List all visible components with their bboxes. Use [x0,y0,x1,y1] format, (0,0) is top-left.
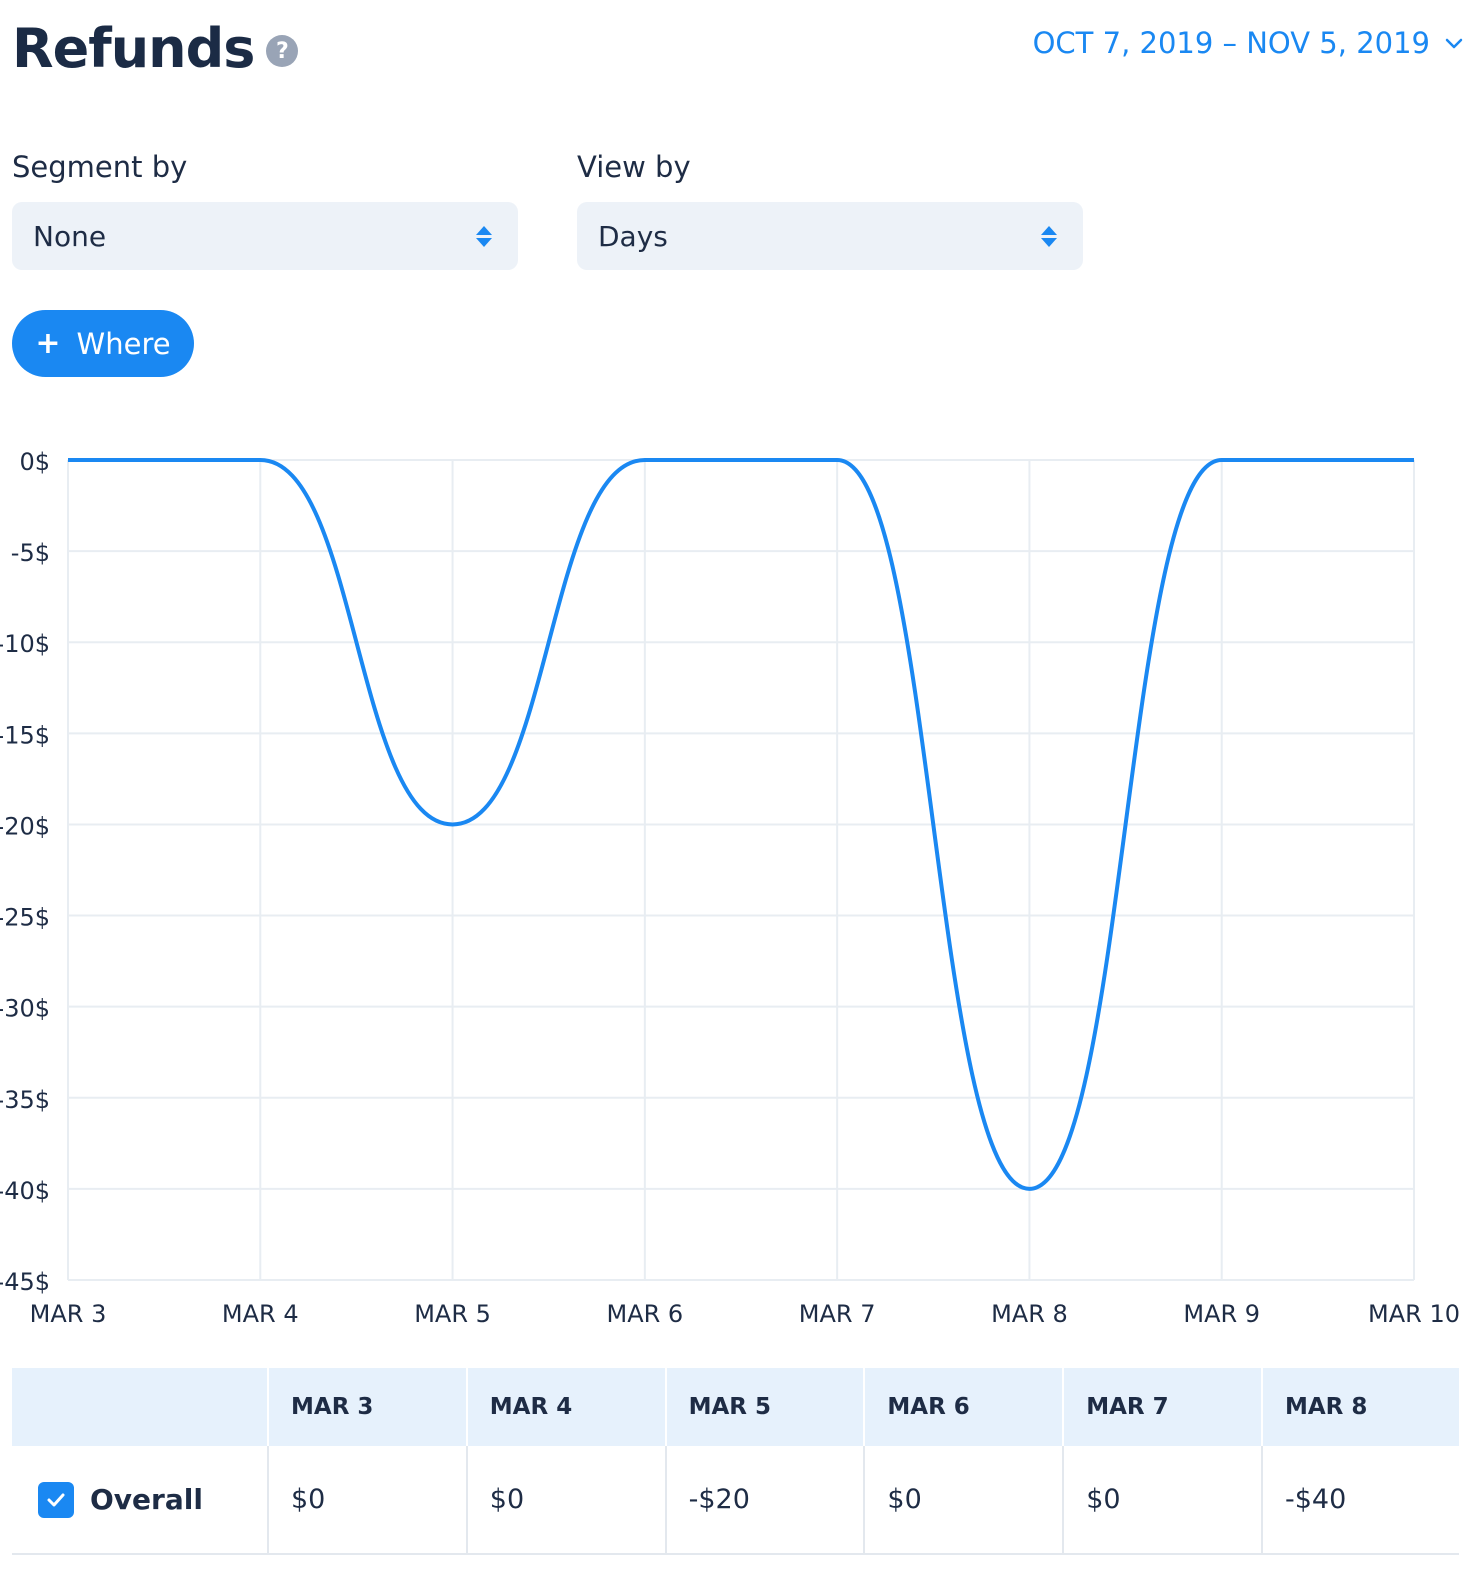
select-arrows-icon [1041,225,1057,247]
refunds-table: MAR 3 MAR 4 MAR 5 MAR 6 MAR 7 MAR 8 Overall $0… [12,1368,1459,1555]
table-cell: -$40 [1260,1446,1459,1555]
table-header-empty [12,1368,268,1446]
y-tick-label: -35$ [0,1086,50,1114]
date-range-label: OCT 7, 2019 – NOV 5, 2019 [1032,26,1430,60]
y-tick-label: 0$ [19,448,50,476]
page-title: Refunds [12,17,255,80]
x-tick-label: MAR 3 [30,1300,107,1328]
x-tick-label: MAR 5 [414,1300,491,1328]
view-by-value: Days [598,219,668,253]
table-cell: $0 [465,1446,666,1555]
table-cell: $0 [267,1446,467,1555]
table-cell: $0 [863,1446,1064,1555]
y-tick-label: -30$ [0,995,50,1023]
row-label: Overall [34,1481,267,1518]
y-tick-label: -20$ [0,812,50,840]
segment-by-select[interactable]: None [12,202,518,270]
y-tick-label: -10$ [0,630,50,658]
add-where-filter-button[interactable]: + Where [12,310,194,377]
table-cell: $0 [1062,1446,1262,1555]
table-header-row: MAR 3 MAR 4 MAR 5 MAR 6 MAR 7 MAR 8 [12,1368,1459,1446]
x-tick-label: MAR 4 [222,1300,299,1328]
x-tick-label: MAR 9 [1183,1300,1260,1328]
page-header: Refunds ? [12,14,299,84]
table-column-header: MAR 5 [664,1368,865,1446]
table-column-header: MAR 3 [267,1368,467,1446]
table-cell: -$20 [664,1446,865,1555]
table-column-header: MAR 7 [1062,1368,1262,1446]
x-tick-label: MAR 7 [799,1300,876,1328]
row-name: Overall [90,1483,203,1516]
table-column-header: MAR 8 [1260,1368,1459,1446]
segment-by-value: None [33,219,107,253]
y-tick-label: -25$ [0,904,50,932]
row-checkbox[interactable] [38,1481,74,1518]
y-tick-label: -40$ [0,1177,50,1205]
view-by-select[interactable]: Days [577,202,1083,270]
x-tick-label: MAR 6 [607,1300,684,1328]
select-arrows-icon [476,225,492,247]
x-tick-label: MAR 10 [1368,1300,1460,1328]
refunds-line-chart: 0$ -5$ -10$ -15$ -20$ -25$ -30$ -35$ -40$ -45$ MAR… [0,448,1460,1328]
view-by-label: View by [577,150,691,184]
plus-icon: + [35,326,61,361]
y-tick-label: -45$ [0,1268,50,1296]
chevron-down-icon [1445,38,1463,49]
y-tick-label: -5$ [11,539,50,567]
x-tick-label: MAR 8 [991,1300,1068,1328]
table-column-header: MAR 4 [465,1368,666,1446]
checkmark-icon [47,1493,65,1506]
table-column-header: MAR 6 [863,1368,1064,1446]
date-range-picker[interactable]: OCT 7, 2019 – NOV 5, 2019 [1033,26,1464,60]
y-tick-label: -15$ [0,721,50,749]
where-button-label: Where [76,326,171,361]
table-row: Overall $0 $0 -$20 $0 $0 -$40 [12,1446,1459,1555]
segment-by-label: Segment by [12,150,188,184]
help-icon[interactable]: ? [266,35,299,67]
row-label-cell: Overall [12,1446,268,1555]
